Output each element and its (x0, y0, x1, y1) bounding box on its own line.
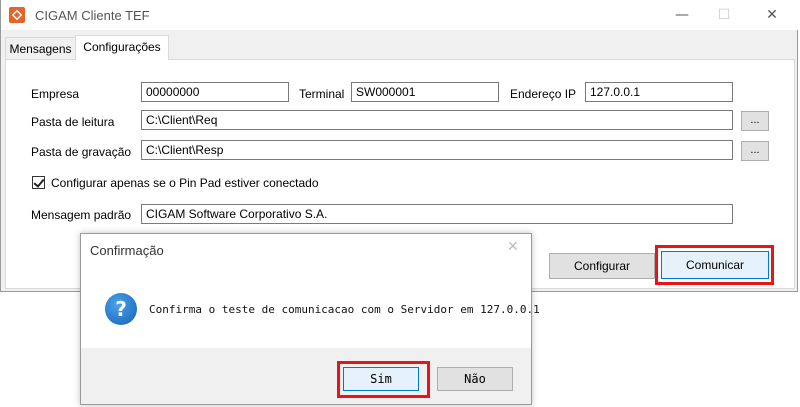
close-button[interactable]: ✕ (749, 0, 795, 30)
dialog-footer: Sim Não (81, 348, 531, 404)
comunicar-highlight (655, 245, 774, 285)
endereco-ip-field[interactable]: 127.0.0.1 (585, 82, 733, 102)
pinpad-checkbox-label: Configurar apenas se o Pin Pad estiver c… (51, 176, 319, 190)
mensagem-padrao-label: Mensagem padrão (31, 208, 132, 222)
pasta-gravacao-label: Pasta de gravação (31, 145, 132, 159)
window-title: CIGAM Cliente TEF (35, 8, 150, 23)
pasta-gravacao-field[interactable]: C:\Client\Resp (141, 140, 733, 160)
empresa-label: Empresa (31, 87, 80, 101)
nao-button[interactable]: Não (437, 367, 513, 391)
dialog-title: Confirmação (90, 243, 164, 258)
pasta-gravacao-browse-button[interactable]: ... (741, 141, 769, 161)
empresa-field[interactable]: 00000000 (141, 82, 289, 102)
pinpad-checkbox[interactable] (32, 176, 45, 189)
question-icon: ? (105, 293, 137, 325)
confirmation-dialog: Confirmação ✕ ? Confirma o teste de comu… (80, 233, 540, 405)
dialog-close-icon[interactable]: ✕ (507, 239, 519, 255)
mensagem-padrao-field[interactable]: CIGAM Software Corporativo S.A. (141, 204, 733, 224)
title-bar: CIGAM Cliente TEF — ☐ ✕ (1, 0, 799, 30)
minimize-button[interactable]: — (659, 0, 705, 30)
pasta-leitura-label: Pasta de leitura (31, 115, 115, 129)
terminal-field[interactable]: SW000001 (351, 82, 499, 102)
tab-mensagens[interactable]: Mensagens (5, 37, 76, 59)
pasta-leitura-browse-button[interactable]: ... (741, 111, 769, 131)
configurar-button[interactable]: Configurar (549, 253, 655, 279)
endereco-ip-label: Endereço IP (510, 87, 577, 101)
maximize-button[interactable]: ☐ (701, 0, 747, 30)
pasta-leitura-field[interactable]: C:\Client\Req (141, 110, 733, 130)
dialog-message: Confirma o teste de comunicacao com o Se… (149, 303, 540, 316)
tab-configuracoes[interactable]: Configurações (75, 35, 169, 60)
app-icon (9, 7, 25, 23)
terminal-label: Terminal (299, 87, 345, 101)
sim-highlight (337, 361, 430, 398)
